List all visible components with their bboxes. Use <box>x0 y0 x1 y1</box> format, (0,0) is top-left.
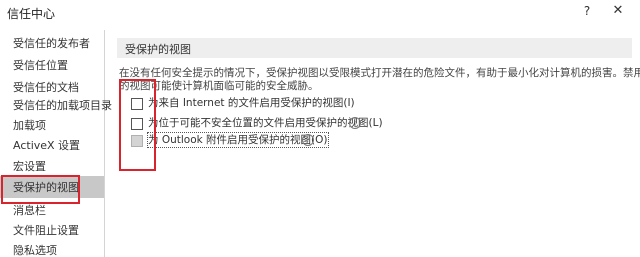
sidebar-item-activex-settings[interactable]: ActiveX 设置 <box>0 134 104 156</box>
sidebar: 受信任的发布者 受信任位置 受信任的文档 受信任的加载项目录 加载项 Activ… <box>0 30 112 257</box>
info-icon[interactable]: i <box>302 134 314 146</box>
sidebar-item-trusted-locations[interactable]: 受信任位置 <box>0 54 104 76</box>
unsafe-locations-label[interactable]: 为位于可能不安全位置的文件启用受保护的视图(L) <box>148 116 383 130</box>
protected-view-description: 在没有任何安全提示的情况下，受保护视图以受限模式打开潜在的危险文件，有助于最小化… <box>119 67 640 93</box>
sidebar-item-addins[interactable]: 加载项 <box>0 114 104 136</box>
option-outlook-attachments[interactable]: 为 Outlook 附件启用受保护的视图(O) i <box>131 132 329 149</box>
sidebar-item-file-block-settings[interactable]: 文件阻止设置 <box>0 219 104 241</box>
internet-files-label[interactable]: 为来自 Internet 的文件启用受保护的视图(I) <box>148 96 355 110</box>
section-title: 受保护的视图 <box>117 38 632 58</box>
sidebar-item-macro-settings[interactable]: 宏设置 <box>0 155 104 177</box>
option-internet-files[interactable]: 为来自 Internet 的文件启用受保护的视图(I) <box>131 96 431 112</box>
sidebar-item-trusted-publishers[interactable]: 受信任的发布者 <box>0 32 104 54</box>
annotation-highlight-checkboxes <box>119 79 156 171</box>
option-unsafe-locations[interactable]: 为位于可能不安全位置的文件启用受保护的视图(L) i <box>131 116 383 132</box>
window-title: 信任中心 <box>7 7 56 21</box>
help-button[interactable]: ? <box>580 4 594 20</box>
trust-center-dialog: 信任中心 ? ✕ 受信任的发布者 受信任位置 受信任的文档 受信任的加载项目录 … <box>0 0 640 257</box>
info-icon[interactable]: i <box>349 117 361 129</box>
annotation-highlight-protected-view <box>1 175 80 204</box>
outlook-attachments-label[interactable]: 为 Outlook 附件启用受保护的视图(O) <box>147 132 329 148</box>
close-button[interactable]: ✕ <box>610 3 626 21</box>
sidebar-item-trusted-addin-catalogs[interactable]: 受信任的加载项目录 <box>0 94 112 116</box>
description-line: 在没有任何安全提示的情况下，受保护视图以受限模式打开潜在的危险文件，有助于最小化… <box>119 67 640 79</box>
title-bar: 信任中心 ? ✕ <box>0 0 640 26</box>
sidebar-item-privacy-options[interactable]: 隐私选项 <box>0 239 104 257</box>
description-line: 的视图可能使计算机面临可能的安全威胁。 <box>119 80 319 92</box>
